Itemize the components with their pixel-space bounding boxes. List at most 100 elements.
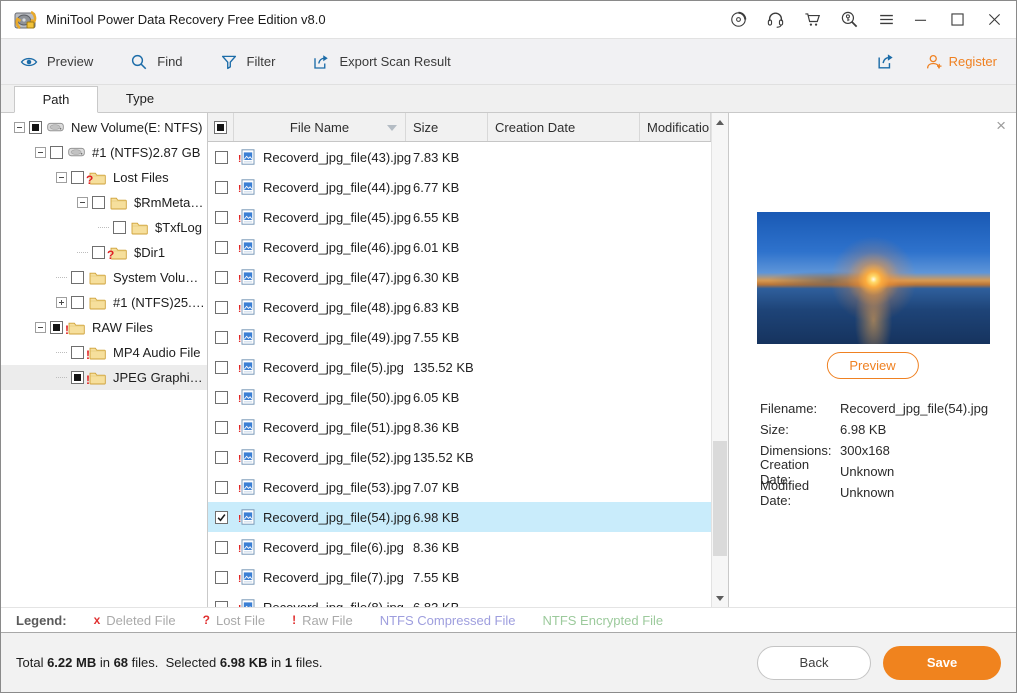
file-row[interactable]: ! Recoverd_jpg_file(51).jpg 8.36 KB [208,412,711,442]
export-share-button[interactable] [876,52,895,71]
find-button[interactable]: Find [130,53,183,71]
checkbox[interactable] [214,210,228,224]
checkbox[interactable] [214,300,228,314]
expander-plus-icon[interactable] [51,297,71,308]
support-headset-icon[interactable] [765,10,785,30]
checkbox[interactable] [214,540,228,554]
expander-minus-icon[interactable] [51,172,71,183]
checkbox[interactable] [214,390,228,404]
shopping-cart-icon[interactable] [802,10,822,30]
file-row[interactable]: ! Recoverd_jpg_file(44).jpg 6.77 KB [208,172,711,202]
checkbox[interactable] [29,121,42,134]
checkbox[interactable] [71,346,84,359]
checkbox[interactable] [92,246,105,259]
tree-item[interactable]: $TxfLog [1,215,207,240]
tree-item[interactable]: ? $Dir1 [1,240,207,265]
save-button[interactable]: Save [883,645,1001,680]
vertical-scrollbar[interactable] [711,113,728,607]
file-name: Recoverd_jpg_file(51).jpg [263,419,412,435]
expander-minus-icon[interactable] [72,197,92,208]
tree-item[interactable]: System Volume... [1,265,207,290]
file-creation-date [488,382,640,412]
license-key-search-icon[interactable] [839,10,859,30]
maximize-button[interactable] [947,10,967,30]
tree-item[interactable]: #1 (NTFS)25.8... [1,290,207,315]
menu-icon[interactable] [876,10,896,30]
column-header-file-name[interactable]: File Name [234,113,406,141]
preview-button[interactable]: Preview [20,53,93,71]
file-creation-date [488,592,640,607]
file-row[interactable]: ! Recoverd_jpg_file(45).jpg 6.55 KB [208,202,711,232]
close-button[interactable] [984,10,1004,30]
checkbox[interactable] [50,146,63,159]
scrollbar-thumb[interactable] [713,441,727,556]
checkbox[interactable] [214,480,228,494]
checkbox[interactable] [71,296,84,309]
tree-item-label: $RmMetadata [134,195,207,210]
column-header-modification[interactable]: Modification [640,113,711,141]
checkbox[interactable] [214,570,228,584]
tree-item[interactable]: $RmMetadata [1,190,207,215]
register-button[interactable]: Register [925,53,997,71]
preview-close-icon[interactable]: × [996,117,1006,134]
burn-disc-icon[interactable] [728,10,748,30]
titlebar-feature-icons [728,10,896,30]
tree-item[interactable]: ! RAW Files [1,315,207,340]
filter-button[interactable]: Filter [220,53,275,71]
checkbox[interactable] [214,420,228,434]
file-row[interactable]: ! Recoverd_jpg_file(50).jpg 6.05 KB [208,382,711,412]
export-scan-result-button[interactable]: Export Scan Result [312,53,451,71]
checkbox[interactable] [92,196,105,209]
folder-question-icon: ? [86,170,108,186]
file-row[interactable]: ! Recoverd_jpg_file(7).jpg 7.55 KB [208,562,711,592]
file-row[interactable]: ! Recoverd_jpg_file(53).jpg 7.07 KB [208,472,711,502]
checkbox[interactable] [214,180,228,194]
file-name: Recoverd_jpg_file(49).jpg [263,329,412,345]
checkbox[interactable] [50,321,63,334]
back-button[interactable]: Back [757,645,871,680]
checkbox[interactable] [214,510,228,524]
checkbox[interactable] [71,371,84,384]
scroll-up-icon[interactable] [712,114,728,130]
tab-path[interactable]: Path [14,86,98,113]
file-row[interactable]: ! Recoverd_jpg_file(52).jpg 135.52 KB [208,442,711,472]
checkbox[interactable] [214,240,228,254]
checkbox[interactable] [214,450,228,464]
file-row[interactable]: ! Recoverd_jpg_file(5).jpg 135.52 KB [208,352,711,382]
file-row[interactable]: ! Recoverd_jpg_file(48).jpg 6.83 KB [208,292,711,322]
column-header-creation-date[interactable]: Creation Date [488,113,640,141]
file-row[interactable]: ! Recoverd_jpg_file(43).jpg 7.83 KB [208,142,711,172]
tree-item[interactable]: ! MP4 Audio File [1,340,207,365]
file-row[interactable]: ! Recoverd_jpg_file(49).jpg 7.55 KB [208,322,711,352]
checkbox[interactable] [214,270,228,284]
tree-item[interactable]: #1 (NTFS)2.87 GB [1,140,207,165]
minimize-button[interactable] [910,10,930,30]
tree-item[interactable]: New Volume(E: NTFS) [1,115,207,140]
file-row[interactable]: ! Recoverd_jpg_file(8).jpg 6.83 KB [208,592,711,607]
checkbox[interactable] [113,221,126,234]
tree-item-label: Lost Files [113,170,169,185]
checkbox[interactable] [214,150,228,164]
info-label: Size: [760,422,789,437]
file-row[interactable]: ! Recoverd_jpg_file(47).jpg 6.30 KB [208,262,711,292]
checkbox[interactable] [214,360,228,374]
expander-minus-icon[interactable] [30,147,50,158]
column-header-size[interactable]: Size [406,113,488,141]
scroll-down-icon[interactable] [712,590,728,606]
checkbox[interactable] [71,271,84,284]
expander-minus-icon[interactable] [30,322,50,333]
expander-minus-icon[interactable] [9,122,29,133]
tree-item[interactable]: ? Lost Files [1,165,207,190]
checkbox[interactable] [71,171,84,184]
tab-type[interactable]: Type [98,85,182,112]
file-row[interactable]: ! Recoverd_jpg_file(54).jpg 6.98 KB [208,502,711,532]
folder-exclaim-icon: ! [86,370,108,386]
tree-item[interactable]: ! JPEG Graphics... [1,365,207,390]
file-row[interactable]: ! Recoverd_jpg_file(46).jpg 6.01 KB [208,232,711,262]
checkbox[interactable] [214,330,228,344]
checkbox[interactable] [214,120,227,134]
select-all-checkbox-cell[interactable] [208,113,234,141]
preview-button[interactable]: Preview [826,352,919,379]
app-logo-icon [13,8,37,32]
file-row[interactable]: ! Recoverd_jpg_file(6).jpg 8.36 KB [208,532,711,562]
